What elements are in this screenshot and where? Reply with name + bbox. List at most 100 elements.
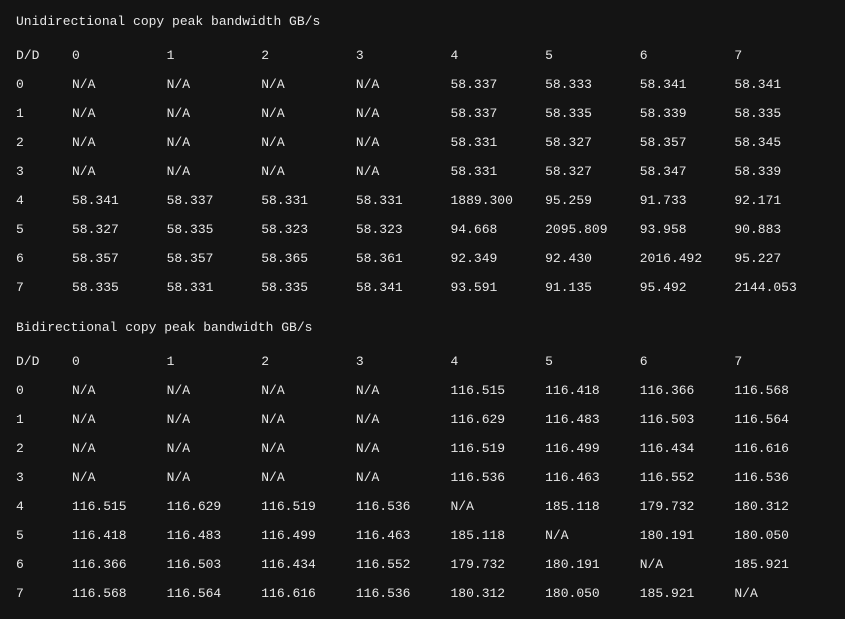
cell: 58.347 — [640, 157, 735, 186]
cell: N/A — [72, 99, 167, 128]
cell: 116.463 — [356, 521, 451, 550]
cell: 58.339 — [734, 157, 829, 186]
cell: 116.568 — [734, 376, 829, 405]
col-header: 5 — [545, 41, 640, 70]
table-header-row: D/D 0 1 2 3 4 5 6 7 — [16, 41, 829, 70]
col-header: 0 — [72, 41, 167, 70]
cell: 116.564 — [167, 579, 262, 608]
cell: 180.050 — [545, 579, 640, 608]
cell: N/A — [261, 405, 356, 434]
section-title: Bidirectional copy peak bandwidth GB/s — [16, 320, 829, 335]
cell: 116.536 — [734, 463, 829, 492]
cell: 58.357 — [640, 128, 735, 157]
cell: 116.366 — [640, 376, 735, 405]
cell: N/A — [261, 70, 356, 99]
cell: 116.552 — [640, 463, 735, 492]
cell: 58.341 — [640, 70, 735, 99]
cell: 180.312 — [451, 579, 546, 608]
cell: N/A — [356, 434, 451, 463]
col-header: 3 — [356, 41, 451, 70]
table-row: 7 116.568 116.564 116.616 116.536 180.31… — [16, 579, 829, 608]
cell: N/A — [167, 405, 262, 434]
table-row: 4 58.341 58.337 58.331 58.331 1889.300 9… — [16, 186, 829, 215]
cell: 116.629 — [167, 492, 262, 521]
cell: 58.335 — [261, 273, 356, 302]
cell: 185.921 — [734, 550, 829, 579]
unidirectional-section: Unidirectional copy peak bandwidth GB/s … — [16, 14, 829, 302]
cell: 116.536 — [356, 492, 451, 521]
cell: N/A — [261, 99, 356, 128]
cell: 58.335 — [734, 99, 829, 128]
row-label: 0 — [16, 376, 72, 405]
cell: 116.366 — [72, 550, 167, 579]
cell: N/A — [72, 157, 167, 186]
row-header-label: D/D — [16, 347, 72, 376]
cell: N/A — [451, 492, 546, 521]
cell: N/A — [167, 70, 262, 99]
row-label: 6 — [16, 550, 72, 579]
cell: 116.483 — [167, 521, 262, 550]
cell: 58.357 — [167, 244, 262, 273]
cell: N/A — [545, 521, 640, 550]
cell: N/A — [72, 128, 167, 157]
cell: 90.883 — [734, 215, 829, 244]
cell: 58.331 — [451, 128, 546, 157]
cell: 58.341 — [356, 273, 451, 302]
col-header: 4 — [451, 41, 546, 70]
row-header-label: D/D — [16, 41, 72, 70]
cell: 116.434 — [261, 550, 356, 579]
cell: N/A — [356, 99, 451, 128]
cell: 93.958 — [640, 215, 735, 244]
col-header: 1 — [167, 41, 262, 70]
cell: 116.503 — [640, 405, 735, 434]
cell: 180.050 — [734, 521, 829, 550]
cell: N/A — [167, 376, 262, 405]
cell: 179.732 — [640, 492, 735, 521]
cell: 92.430 — [545, 244, 640, 273]
cell: 116.418 — [545, 376, 640, 405]
table-row: 1 N/A N/A N/A N/A 58.337 58.335 58.339 5… — [16, 99, 829, 128]
cell: 116.536 — [451, 463, 546, 492]
cell: 95.227 — [734, 244, 829, 273]
cell: 58.337 — [451, 70, 546, 99]
cell: 116.418 — [72, 521, 167, 550]
table-row: 3 N/A N/A N/A N/A 58.331 58.327 58.347 5… — [16, 157, 829, 186]
section-title: Unidirectional copy peak bandwidth GB/s — [16, 14, 829, 29]
cell: N/A — [356, 463, 451, 492]
cell: N/A — [640, 550, 735, 579]
cell: 116.629 — [451, 405, 546, 434]
col-header: 2 — [261, 347, 356, 376]
cell: 58.339 — [640, 99, 735, 128]
row-label: 3 — [16, 463, 72, 492]
cell: N/A — [261, 434, 356, 463]
cell: N/A — [734, 579, 829, 608]
unidirectional-table: D/D 0 1 2 3 4 5 6 7 0 N/A N/A N/A N/A 58… — [16, 41, 829, 302]
row-label: 3 — [16, 157, 72, 186]
col-header: 7 — [734, 347, 829, 376]
row-label: 5 — [16, 521, 72, 550]
col-header: 1 — [167, 347, 262, 376]
cell: 185.118 — [451, 521, 546, 550]
cell: 58.323 — [356, 215, 451, 244]
table-row: 2 N/A N/A N/A N/A 58.331 58.327 58.357 5… — [16, 128, 829, 157]
cell: 116.483 — [545, 405, 640, 434]
cell: 58.327 — [72, 215, 167, 244]
bidirectional-section: Bidirectional copy peak bandwidth GB/s D… — [16, 320, 829, 608]
cell: 58.333 — [545, 70, 640, 99]
cell: 185.118 — [545, 492, 640, 521]
cell: 95.492 — [640, 273, 735, 302]
cell: N/A — [261, 128, 356, 157]
table-row: 0 N/A N/A N/A N/A 58.337 58.333 58.341 5… — [16, 70, 829, 99]
cell: N/A — [167, 128, 262, 157]
cell: 116.515 — [451, 376, 546, 405]
cell: N/A — [72, 70, 167, 99]
cell: 58.345 — [734, 128, 829, 157]
cell: 58.327 — [545, 157, 640, 186]
cell: 116.564 — [734, 405, 829, 434]
cell: 2016.492 — [640, 244, 735, 273]
cell: 94.668 — [451, 215, 546, 244]
col-header: 7 — [734, 41, 829, 70]
cell: 116.616 — [734, 434, 829, 463]
row-label: 1 — [16, 405, 72, 434]
cell: N/A — [356, 128, 451, 157]
